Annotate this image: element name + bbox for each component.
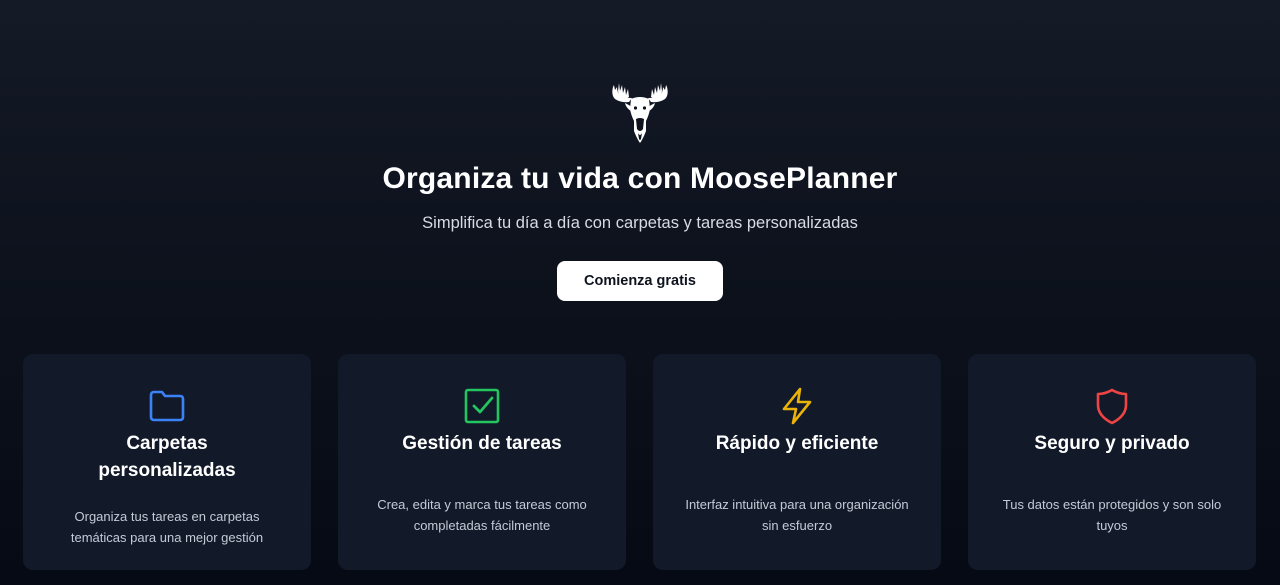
check-square-icon	[462, 386, 502, 426]
feature-card-folders: Carpetas personalizadas Organiza tus tar…	[23, 354, 311, 570]
hero-title: Organiza tu vida con MoosePlanner	[382, 162, 898, 195]
feature-description: Interfaz intuitiva para una organización…	[685, 497, 909, 533]
feature-card-speed: Rápido y eficiente Interfaz intuitiva pa…	[653, 354, 941, 570]
moose-icon	[604, 74, 676, 146]
feature-title: Seguro y privado	[1034, 433, 1190, 454]
feature-card-security: Seguro y privado Tus datos están protegi…	[968, 354, 1256, 570]
feature-card-tasks: Gestión de tareas Crea, edita y marca tu…	[338, 354, 626, 570]
feature-description: Crea, edita y marca tus tareas como comp…	[377, 497, 587, 533]
feature-cards: Carpetas personalizadas Organiza tus tar…	[23, 354, 1256, 570]
get-started-button[interactable]: Comienza gratis	[557, 261, 723, 301]
feature-description: Organiza tus tareas en carpetas temática…	[70, 509, 264, 545]
feature-title: Carpetas personalizadas	[98, 433, 236, 481]
hero-section: Organiza tu vida con MoosePlanner Simpli…	[0, 0, 1280, 301]
lightning-icon	[777, 386, 817, 426]
folder-icon	[147, 386, 187, 426]
feature-title: Gestión de tareas	[402, 433, 562, 454]
hero-subtitle: Simplifica tu día a día con carpetas y t…	[422, 214, 858, 232]
feature-description: Tus datos están protegidos y son solo tu…	[1002, 497, 1222, 533]
shield-icon	[1092, 386, 1132, 426]
feature-title: Rápido y eficiente	[715, 433, 879, 454]
